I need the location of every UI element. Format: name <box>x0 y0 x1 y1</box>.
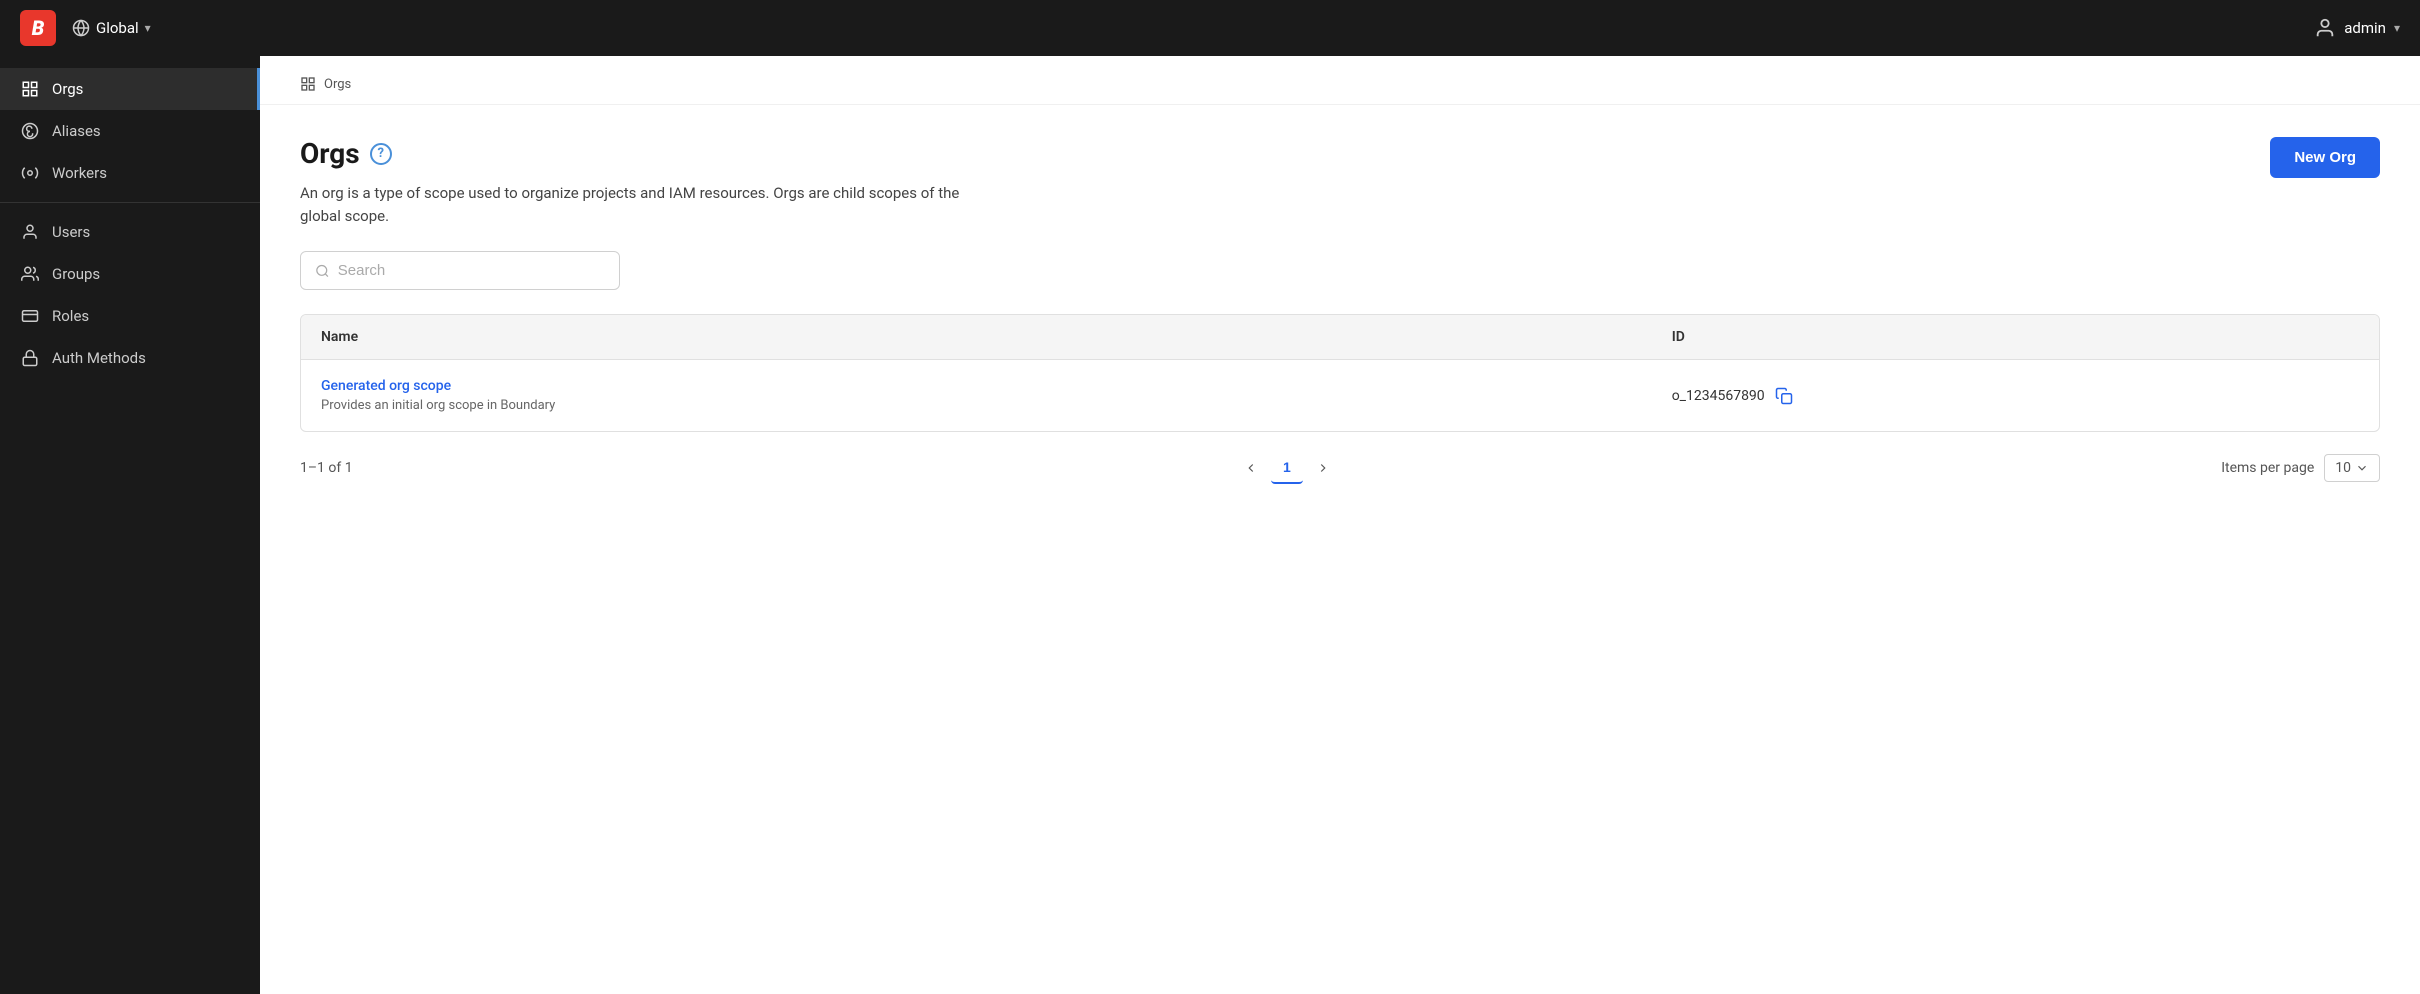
top-nav-left: B Global ▾ <box>20 10 151 46</box>
search-input[interactable] <box>338 262 605 279</box>
items-per-page-select[interactable]: 10 <box>2324 454 2380 482</box>
org-description: Provides an initial org scope in Boundar… <box>321 398 555 413</box>
page-title-text: Orgs <box>300 137 360 170</box>
pagination: 1–1 of 1 1 Items per page 10 <box>300 432 2380 484</box>
org-name-cell: Generated org scope Provides an initial … <box>301 360 1652 432</box>
table-head: Name ID <box>301 315 2379 360</box>
sidebar-item-aliases[interactable]: Aliases <box>0 110 260 152</box>
breadcrumb-label: Orgs <box>324 77 351 92</box>
table-row: Generated org scope Provides an initial … <box>301 360 2379 432</box>
page-title: Orgs ? <box>300 137 1000 170</box>
main-content: Orgs Orgs ? An org is a type of scope us… <box>260 56 2420 994</box>
search-container <box>300 251 2380 290</box>
page-1-button[interactable]: 1 <box>1271 452 1303 484</box>
pagination-controls: 1 <box>1235 452 1339 484</box>
org-id-cell: o_1234567890 <box>1652 360 2379 432</box>
items-per-page-label: Items per page <box>2221 460 2314 476</box>
page-content: Orgs ? An org is a type of scope used to… <box>260 105 2420 994</box>
sidebar-divider <box>0 202 260 203</box>
next-page-button[interactable] <box>1307 452 1339 484</box>
sidebar-item-users-label: Users <box>52 223 90 241</box>
user-chevron: ▾ <box>2394 21 2400 35</box>
sidebar-item-aliases-label: Aliases <box>52 122 101 140</box>
org-name-link[interactable]: Generated org scope <box>321 378 1632 394</box>
sidebar-item-orgs[interactable]: Orgs <box>0 68 260 110</box>
sidebar-item-roles[interactable]: Roles <box>0 295 260 337</box>
app-logo: B <box>20 10 56 46</box>
layout: Orgs Aliases Workers Users Groups <box>0 56 2420 994</box>
user-icon <box>2314 17 2336 39</box>
breadcrumb-icon <box>300 76 316 92</box>
sidebar-item-groups[interactable]: Groups <box>0 253 260 295</box>
search-icon <box>315 263 330 279</box>
user-menu[interactable]: admin ▾ <box>2314 17 2400 39</box>
sidebar-item-users[interactable]: Users <box>0 211 260 253</box>
sidebar-item-workers-label: Workers <box>52 164 107 182</box>
items-per-page-chevron <box>2355 461 2369 475</box>
user-name: admin <box>2344 19 2386 37</box>
id-cell-content: o_1234567890 <box>1672 387 2359 405</box>
pagination-summary: 1–1 of 1 <box>300 460 353 476</box>
sidebar-item-roles-label: Roles <box>52 307 89 325</box>
help-icon[interactable]: ? <box>370 143 392 165</box>
search-input-wrap <box>300 251 620 290</box>
sidebar-item-workers[interactable]: Workers <box>0 152 260 194</box>
page-description: An org is a type of scope used to organi… <box>300 182 1000 227</box>
sidebar-item-orgs-label: Orgs <box>52 80 83 98</box>
global-chevron: ▾ <box>145 21 151 35</box>
page-header-left: Orgs ? An org is a type of scope used to… <box>300 137 1000 227</box>
new-org-button[interactable]: New Org <box>2270 137 2380 178</box>
table-container: Name ID Generated org scope Provides an … <box>300 314 2380 432</box>
globe-icon <box>72 19 90 37</box>
groups-icon <box>20 264 40 284</box>
breadcrumb: Orgs <box>260 56 2420 105</box>
sidebar: Orgs Aliases Workers Users Groups <box>0 56 260 994</box>
prev-page-button[interactable] <box>1235 452 1267 484</box>
roles-icon <box>20 306 40 326</box>
org-id-value: o_1234567890 <box>1672 388 1765 404</box>
sidebar-item-auth-methods[interactable]: Auth Methods <box>0 337 260 379</box>
sidebar-item-auth-methods-label: Auth Methods <box>52 349 146 367</box>
table-header-row: Name ID <box>301 315 2379 360</box>
copy-id-button[interactable] <box>1775 387 1793 405</box>
auth-methods-icon <box>20 348 40 368</box>
page-header: Orgs ? An org is a type of scope used to… <box>300 137 2380 227</box>
global-label: Global <box>96 19 139 37</box>
items-per-page: Items per page 10 <box>2221 454 2380 482</box>
global-selector[interactable]: Global ▾ <box>72 19 151 37</box>
aliases-icon <box>20 121 40 141</box>
items-per-page-value: 10 <box>2335 460 2351 476</box>
sidebar-item-groups-label: Groups <box>52 265 100 283</box>
table-body: Generated org scope Provides an initial … <box>301 360 2379 432</box>
top-nav: B Global ▾ admin ▾ <box>0 0 2420 56</box>
users-icon <box>20 222 40 242</box>
orgs-table: Name ID Generated org scope Provides an … <box>301 315 2379 431</box>
workers-icon <box>20 163 40 183</box>
column-name: Name <box>301 315 1652 360</box>
orgs-icon <box>20 79 40 99</box>
column-id: ID <box>1652 315 2379 360</box>
